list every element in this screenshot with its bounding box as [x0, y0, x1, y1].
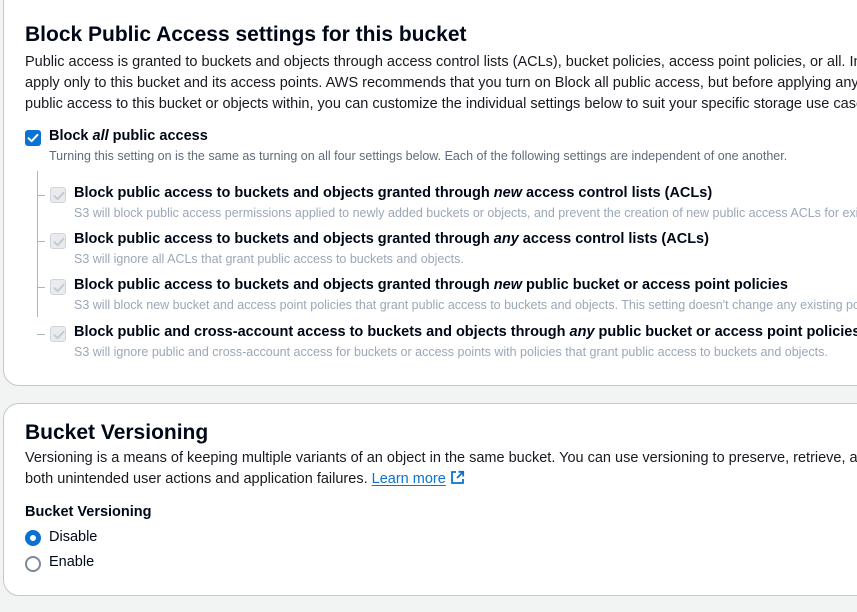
block-new-acls-label: Block public access to buckets and objec…: [74, 185, 712, 201]
label-suffix: access control lists (ACLs): [521, 185, 713, 201]
block-public-access-title: Block Public Access settings for this bu…: [25, 23, 467, 46]
learn-more-link[interactable]: Learn more: [372, 471, 446, 487]
bucket-versioning-title: Bucket Versioning: [25, 421, 209, 444]
label-emphasis: new: [493, 185, 522, 201]
bucket-versioning-panel: Bucket Versioning Versioning is a means …: [3, 403, 857, 596]
settings-tree-line: [37, 171, 38, 317]
label-prefix: Block public access to buckets and objec…: [74, 277, 494, 293]
block-any-policies-checkbox[interactable]: [50, 326, 66, 342]
block-any-acls-checkbox[interactable]: [50, 233, 66, 249]
description-line: apply only to this bucket and its access…: [25, 75, 857, 91]
block-new-acls-description: S3 will block public access permissions …: [74, 206, 857, 220]
block-new-policies-label: Block public access to buckets and objec…: [74, 277, 788, 293]
block-all-public-access-label[interactable]: Block all public access: [49, 128, 208, 144]
block-any-policies-description: S3 will ignore public and cross-account …: [74, 345, 828, 359]
label-emphasis: any: [493, 231, 519, 247]
tree-branch: [37, 241, 45, 242]
block-any-acls-label: Block public access to buckets and objec…: [74, 231, 709, 247]
checkmark-icon: [53, 330, 65, 340]
label-prefix: Block public access to buckets and objec…: [74, 231, 494, 247]
block-all-public-access-checkbox[interactable]: [25, 130, 41, 146]
label-emphasis: all: [92, 128, 109, 144]
tree-branch: [37, 287, 45, 288]
versioning-enable-label[interactable]: Enable: [49, 554, 94, 570]
block-any-policies-label: Block public and cross-account access to…: [74, 324, 857, 340]
label-suffix: public bucket or access point policies: [521, 277, 788, 293]
label-suffix: access control lists (ACLs): [518, 231, 709, 247]
block-all-public-access-description: Turning this setting on is the same as t…: [49, 149, 788, 163]
description-line: Public access is granted to buckets and …: [25, 54, 857, 70]
tree-branch: [37, 195, 45, 196]
checkmark-icon: [53, 237, 65, 247]
label-emphasis: any: [569, 324, 595, 340]
label-prefix: Block: [49, 128, 93, 144]
versioning-disable-label[interactable]: Disable: [49, 529, 97, 545]
block-any-acls-description: S3 will ignore all ACLs that grant publi…: [74, 252, 464, 266]
block-public-access-panel: Block Public Access settings for this bu…: [3, 0, 857, 386]
versioning-disable-radio[interactable]: [25, 530, 41, 546]
block-new-policies-description: S3 will block new bucket and access poin…: [74, 298, 857, 312]
label-prefix: Block public access to buckets and objec…: [74, 185, 494, 201]
label-emphasis: new: [493, 277, 522, 293]
description-line-2: both unintended user actions and applica…: [25, 469, 857, 490]
checkmark-icon: [53, 191, 65, 201]
versioning-enable-radio[interactable]: [25, 556, 41, 572]
learn-more-label: Learn more: [371, 471, 446, 487]
description-text: both unintended user actions and applica…: [25, 471, 372, 487]
block-new-policies-checkbox[interactable]: [50, 279, 66, 295]
block-public-access-description: Public access is granted to buckets and …: [25, 52, 857, 115]
bucket-versioning-field-label: Bucket Versioning: [25, 504, 152, 520]
label-suffix: public bucket or access point policies: [594, 324, 857, 340]
checkmark-icon: [53, 283, 65, 293]
description-line: public access to this bucket or objects …: [25, 96, 857, 112]
block-new-acls-checkbox[interactable]: [50, 187, 66, 203]
checkmark-icon: [27, 133, 39, 143]
label-prefix: Block public and cross-account access to…: [74, 324, 570, 340]
description-line: Versioning is a means of keeping multipl…: [25, 450, 857, 466]
label-suffix: public access: [108, 128, 208, 144]
bucket-versioning-description: Versioning is a means of keeping multipl…: [25, 448, 857, 490]
tree-branch: [37, 334, 45, 335]
external-link-icon[interactable]: [450, 470, 465, 492]
